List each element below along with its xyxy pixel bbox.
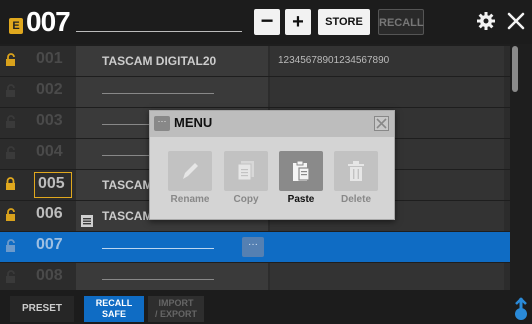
scene-comment[interactable]: 12345678901234567890 bbox=[270, 46, 504, 76]
copy-label: Copy bbox=[233, 194, 259, 205]
document-icon bbox=[80, 209, 94, 227]
current-scene-number: 007 bbox=[26, 6, 71, 37]
scene-name[interactable] bbox=[76, 263, 268, 293]
paste-label: Paste bbox=[287, 194, 315, 205]
scene-number: 007 bbox=[36, 236, 63, 253]
lock-icon[interactable] bbox=[6, 115, 32, 139]
scene-number: 006 bbox=[36, 205, 63, 222]
scene-row[interactable]: 008 bbox=[0, 263, 510, 293]
copy-icon bbox=[224, 151, 268, 191]
gear-icon[interactable] bbox=[475, 10, 497, 32]
scene-row[interactable]: 001 TASCAM DIGITAL20 1234567890123456789… bbox=[0, 46, 510, 76]
lock-icon[interactable] bbox=[6, 146, 32, 170]
import-export-label-line2: / EXPORT bbox=[154, 309, 197, 319]
delete-label: Delete bbox=[340, 194, 371, 205]
rename-label: Rename bbox=[170, 194, 210, 205]
lock-icon[interactable] bbox=[6, 53, 32, 77]
trash-icon bbox=[334, 151, 378, 191]
scene-row-selected[interactable]: 007 ··· bbox=[0, 232, 510, 262]
list-scrollbar[interactable] bbox=[512, 46, 518, 92]
scene-number: 005 bbox=[34, 172, 72, 198]
recall-safe-button[interactable]: RECALL SAFE bbox=[84, 296, 144, 322]
preset-button[interactable]: PRESET bbox=[10, 296, 74, 322]
scene-row[interactable]: 002 bbox=[0, 77, 510, 107]
footer-bar: PRESET RECALL SAFE IMPORT / EXPORT bbox=[0, 290, 532, 324]
scene-name[interactable] bbox=[76, 232, 268, 262]
scene-number: 002 bbox=[36, 81, 63, 98]
import-export-button[interactable]: IMPORT / EXPORT bbox=[148, 296, 204, 322]
lock-icon[interactable] bbox=[6, 208, 32, 232]
menu-popup: ··· MENU Rename Copy Paste Delete bbox=[149, 110, 395, 220]
import-export-label-line1: IMPORT bbox=[158, 298, 194, 308]
recall-button[interactable]: RECALL bbox=[378, 9, 424, 35]
scene-name[interactable] bbox=[76, 77, 268, 107]
scene-name-blank bbox=[102, 93, 214, 94]
menu-title: MENU bbox=[174, 115, 213, 130]
more-dots-icon: ··· bbox=[154, 116, 170, 131]
scene-increment-button[interactable]: + bbox=[285, 9, 311, 35]
scene-name[interactable]: TASCAM DIGITAL20 bbox=[76, 46, 268, 76]
scene-name-text: TASCAM bbox=[102, 209, 153, 223]
store-button[interactable]: STORE bbox=[318, 9, 370, 35]
more-options-button[interactable]: ··· bbox=[242, 237, 264, 257]
rename-button[interactable]: Rename bbox=[166, 151, 214, 205]
lock-icon[interactable] bbox=[6, 84, 32, 108]
recall-safe-label-line1: RECALL bbox=[95, 298, 133, 308]
delete-button[interactable]: Delete bbox=[332, 151, 380, 205]
lock-icon[interactable] bbox=[6, 239, 32, 263]
close-icon[interactable] bbox=[374, 116, 389, 131]
scene-decrement-button[interactable]: − bbox=[254, 9, 280, 35]
current-scene-name-blank bbox=[76, 31, 242, 32]
scene-name-blank bbox=[102, 248, 214, 249]
scene-number: 003 bbox=[36, 112, 63, 129]
lock-icon[interactable] bbox=[6, 177, 32, 201]
pencil-icon bbox=[168, 151, 212, 191]
menu-header: ··· MENU bbox=[150, 111, 394, 137]
header-bar: E 007 − + STORE RECALL bbox=[0, 0, 532, 44]
scene-number: 008 bbox=[36, 267, 63, 284]
scene-edit-badge: E bbox=[9, 18, 23, 34]
scene-comment[interactable] bbox=[270, 232, 504, 262]
paste-icon bbox=[279, 151, 323, 191]
scene-comment[interactable] bbox=[270, 77, 504, 107]
paste-button[interactable]: Paste bbox=[277, 151, 325, 205]
close-icon[interactable] bbox=[506, 10, 526, 32]
scene-name-blank bbox=[102, 279, 214, 280]
recall-safe-label-line2: SAFE bbox=[101, 309, 126, 319]
copy-button[interactable]: Copy bbox=[222, 151, 270, 205]
scene-number: 004 bbox=[36, 143, 63, 160]
scene-comment[interactable] bbox=[270, 263, 504, 293]
scene-number: 001 bbox=[36, 50, 63, 67]
scroll-down-icon[interactable] bbox=[512, 296, 530, 322]
